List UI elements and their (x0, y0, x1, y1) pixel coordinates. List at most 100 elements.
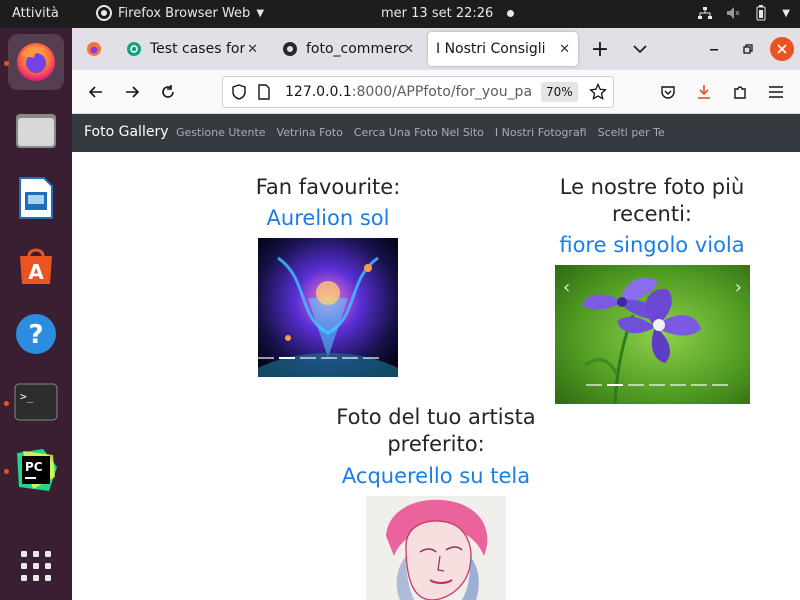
heading-line: preferito: (387, 432, 485, 456)
help-icon: ? (16, 314, 56, 354)
terminal-icon: >_ (14, 383, 58, 421)
url-host: 127.0.0.1 (285, 84, 352, 100)
minimize-button[interactable] (702, 37, 726, 61)
reload-button[interactable] (156, 80, 180, 104)
tab-i-nostri-consigli[interactable]: I Nostri Consigli ✕ (428, 32, 578, 66)
battery-icon (756, 5, 766, 21)
shield-icon[interactable] (231, 84, 247, 100)
carousel-indicators[interactable] (258, 357, 379, 359)
tab-foto-commerce[interactable]: foto_commerc ✕ (274, 32, 422, 66)
tab-strip: Test cases for ✕ foto_commerc ✕ I Nostri… (72, 28, 800, 70)
menu-button[interactable] (764, 80, 788, 104)
star-icon[interactable] (589, 83, 607, 101)
dock-pycharm[interactable]: PC (8, 442, 64, 498)
arrow-right-icon (126, 86, 140, 98)
heading-line: recenti: (611, 202, 692, 226)
close-icon[interactable]: ✕ (403, 42, 414, 57)
minimize-icon (710, 49, 718, 51)
firefox-icon (17, 43, 55, 81)
close-icon[interactable]: ✕ (559, 42, 570, 57)
tab-test-cases[interactable]: Test cases for ✕ (118, 32, 266, 66)
svg-text:>_: >_ (20, 390, 34, 403)
files-icon (16, 114, 56, 148)
show-apps-button[interactable] (8, 538, 64, 594)
clock[interactable]: mer 13 set 22:26 (381, 6, 493, 21)
app-menu-label: Firefox Browser Web (118, 5, 251, 21)
nav-link-cerca-foto[interactable]: Cerca Una Foto Nel Sito (354, 126, 484, 139)
hamburger-icon (769, 86, 783, 98)
extensions-button[interactable] (728, 80, 752, 104)
firefox-small-icon (96, 5, 112, 21)
carousel-prev-icon[interactable]: ‹ (563, 277, 570, 298)
heading-line: Foto del tuo artista (336, 405, 536, 429)
heading-line: Le nostre foto più (559, 175, 745, 199)
fan-favourite-image[interactable] (258, 238, 398, 377)
impress-icon (19, 177, 53, 219)
chevron-down-icon: ▼ (782, 7, 790, 19)
dock-libreoffice-impress[interactable] (8, 170, 64, 226)
close-window-button[interactable] (770, 37, 794, 61)
firefox-icon (87, 42, 101, 56)
watercolor-portrait (366, 496, 506, 600)
carousel-next-icon[interactable]: › (735, 277, 742, 298)
app-menu[interactable]: Firefox Browser Web ▼ (96, 5, 264, 21)
page-icon[interactable] (257, 84, 271, 100)
zoom-indicator[interactable]: 70% (541, 82, 578, 102)
new-tab-button[interactable]: + (588, 37, 612, 62)
chatgpt-icon (127, 42, 141, 56)
dock-terminal[interactable]: >_ (8, 374, 64, 430)
puzzle-icon (734, 86, 746, 99)
list-tabs-button[interactable] (628, 37, 652, 61)
dock-files[interactable] (8, 102, 64, 158)
reload-icon (162, 85, 174, 98)
nav-link-vetrina-foto[interactable]: Vetrina Foto (277, 126, 343, 139)
carousel-indicators[interactable] (586, 384, 728, 386)
url-text[interactable]: 127.0.0.1:8000/APPfoto/for_you_pa (285, 84, 535, 100)
recent-photo-carousel[interactable]: ‹ › (555, 265, 750, 404)
arrow-left-icon (88, 86, 102, 98)
svg-text:PC: PC (25, 460, 43, 474)
restore-icon (743, 44, 753, 54)
pycharm-icon: PC (17, 449, 57, 491)
chevron-down-icon (633, 45, 647, 54)
fan-favourite-heading: Fan favourite: (255, 175, 401, 199)
system-tray[interactable]: ▼ (698, 5, 790, 21)
recent-photo-link[interactable]: fiore singolo viola (542, 233, 762, 257)
activities-button[interactable]: Attività (12, 6, 59, 21)
tab-title: Test cases for (150, 41, 246, 57)
pocket-button[interactable] (656, 80, 680, 104)
site-nav-links: Gestione Utente Vetrina Foto Cerca Una F… (176, 126, 665, 139)
network-icon (698, 7, 713, 19)
close-icon (777, 44, 787, 54)
favourite-artist-heading: Foto del tuo artista preferito: (326, 404, 546, 458)
nav-link-fotografi[interactable]: I Nostri Fotografi (495, 126, 587, 139)
grid-icon (21, 551, 51, 581)
dock-help[interactable]: ? (8, 306, 64, 362)
nav-link-scelti-per-te[interactable]: Scelti per Te (598, 126, 665, 139)
svg-text:A: A (28, 260, 44, 284)
favourite-artist-link[interactable]: Acquerello su tela (316, 464, 556, 488)
nav-toolbar: 127.0.0.1:8000/APPfoto/for_you_pa 70% (72, 70, 800, 114)
restore-button[interactable] (736, 37, 760, 61)
system-top-bar: Attività Firefox Browser Web ▼ mer 13 se… (0, 0, 800, 28)
tab-pinned-firefox[interactable] (78, 32, 112, 66)
close-icon[interactable]: ✕ (247, 42, 258, 57)
svg-text:?: ? (28, 320, 43, 350)
nav-link-gestione-utente[interactable]: Gestione Utente (176, 126, 266, 139)
web-page: Foto Gallery Gestione Utente Vetrina Fot… (72, 114, 800, 600)
dock-app-center[interactable]: A (8, 238, 64, 294)
url-bar[interactable]: 127.0.0.1:8000/APPfoto/for_you_pa 70% (222, 76, 614, 108)
site-brand[interactable]: Foto Gallery (84, 124, 169, 140)
forward-button[interactable] (120, 80, 144, 104)
pocket-icon (661, 86, 675, 99)
url-path: :8000/APPfoto/for_you_pa (351, 84, 533, 100)
downloads-button[interactable] (692, 80, 716, 104)
favourite-artist-image[interactable] (366, 496, 506, 600)
back-button[interactable] (84, 80, 108, 104)
dock: A ? >_ PC (0, 28, 72, 600)
notification-dot (507, 10, 514, 17)
tab-title: I Nostri Consigli (436, 41, 546, 57)
volume-muted-icon (727, 7, 740, 19)
dock-firefox[interactable] (8, 34, 64, 90)
fan-favourite-link[interactable]: Aurelion sol (228, 206, 428, 230)
